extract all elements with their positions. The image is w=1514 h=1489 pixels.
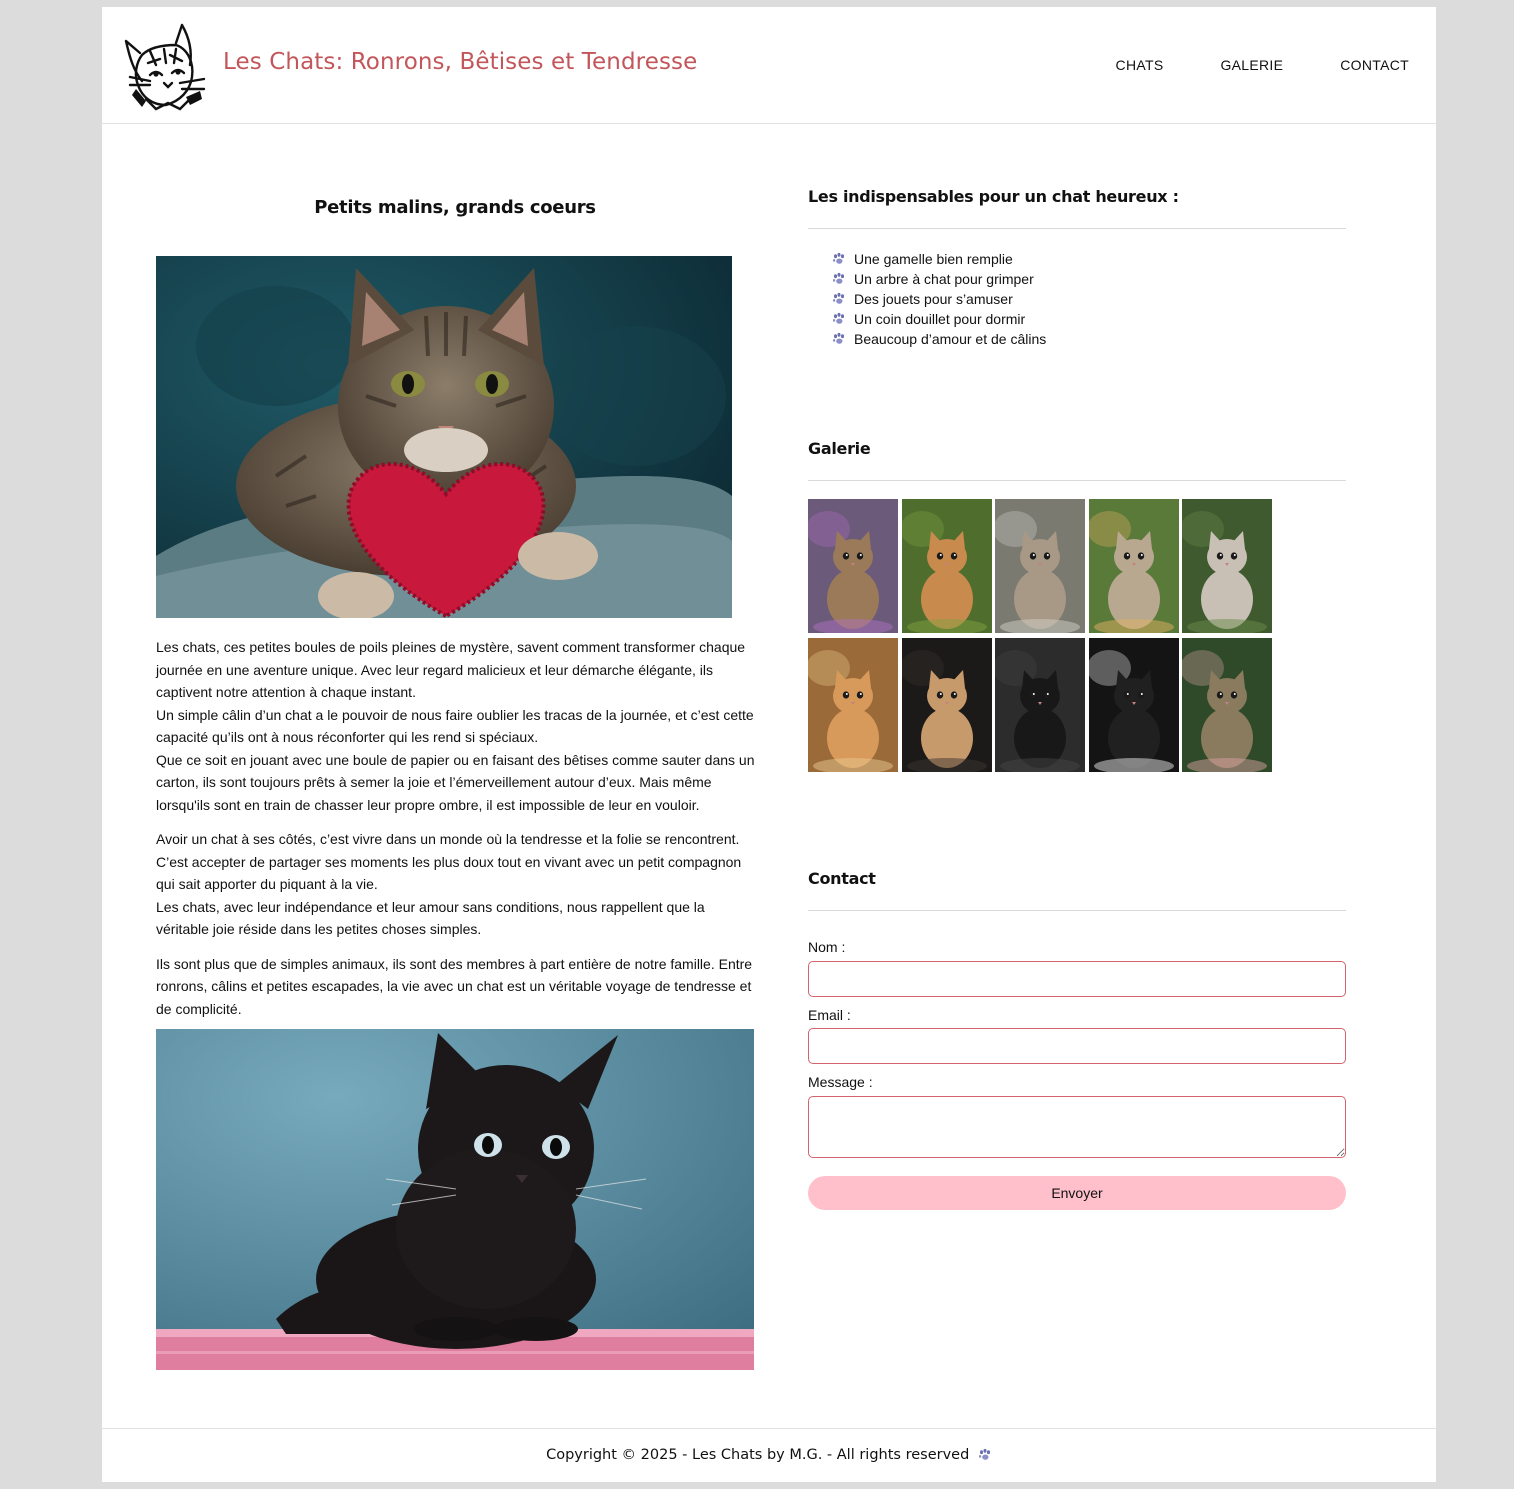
article-paragraph: Ils sont plus que de simples animaux, il… [156,953,756,1021]
article-title: Petits malins, grands coeurs [314,197,596,218]
contact-divider [808,910,1346,911]
gallery-grid [808,499,1278,772]
list-item-label: Beaucoup d’amour et de câlins [854,331,1047,347]
gallery-divider [808,480,1346,481]
site-footer: Copyright © 2025 - Les Chats by M.G. - A… [102,1428,1436,1483]
message-label: Message : [808,1074,873,1090]
kitten-photo [808,499,898,633]
list-item: Un coin douillet pour dormir [832,309,1046,329]
nav-link-contact[interactable]: CONTACT [1340,57,1409,73]
paw-icon [832,332,846,346]
article-text: Les chats, ces petites boules de poils p… [156,639,746,700]
cat-logo-icon[interactable] [120,19,210,111]
kitten-photo [995,638,1085,772]
article-paragraph: Avoir un chat à ses côtés, c’est vivre d… [156,828,756,941]
message-field[interactable] [808,1096,1346,1158]
kitten-photo [1182,638,1272,772]
list-item: Un arbre à chat pour grimper [832,269,1046,289]
list-item-label: Des jouets pour s’amuser [854,291,1013,307]
list-item: Beaucoup d’amour et de câlins [832,329,1046,349]
gallery-title: Galerie [808,439,871,458]
paw-icon [832,272,846,286]
nav-link-chats[interactable]: CHATS [1116,57,1164,73]
list-item: Des jouets pour s’amuser [832,289,1046,309]
gallery-thumbnail[interactable] [808,638,898,772]
list-item-label: Un arbre à chat pour grimper [854,271,1034,287]
gallery-thumbnail[interactable] [1088,499,1179,633]
gallery-thumbnail[interactable] [901,638,992,772]
email-label: Email : [808,1007,851,1023]
paw-icon [832,312,846,326]
send-button[interactable]: Envoyer [808,1176,1346,1210]
email-field[interactable] [808,1028,1346,1064]
black-cat-photo [156,1029,754,1370]
article-text: Les chats, avec leur indépendance et leu… [156,898,705,938]
article-text: Avoir un chat à ses côtés, c’est vivre d… [156,831,742,892]
name-label: Nom : [808,939,846,955]
nav-link-galerie[interactable]: GALERIE [1220,57,1283,73]
contact-title: Contact [808,869,876,888]
kitten-photo [901,499,992,633]
gallery-thumbnail[interactable] [1088,638,1179,772]
kitten-photo [901,638,992,772]
article-paragraph: Les chats, ces petites boules de poils p… [156,636,756,816]
article-text: Un simple câlin d’un chat a le pouvoir d… [156,706,754,746]
kitten-photo [1088,499,1179,633]
copyright-text: Copyright © 2025 - Les Chats by M.G. - A… [546,1447,970,1463]
essentials-title: Les indispensables pour un chat heureux … [808,187,1179,206]
essentials-list: Une gamelle bien remplie Un arbre à chat… [832,249,1046,349]
gallery-thumbnail[interactable] [995,638,1085,772]
article-text: Ils sont plus que de simples animaux, il… [156,955,753,1017]
page: Les Chats: Ronrons, Bêtises et Tendresse… [102,7,1436,1482]
article-body: Les chats, ces petites boules de poils p… [156,636,756,1032]
list-item-label: Un coin douillet pour dormir [854,311,1026,327]
site-title[interactable]: Les Chats: Ronrons, Bêtises et Tendresse [223,49,697,75]
kitten-photo [808,638,898,772]
gallery-thumbnail[interactable] [901,499,992,633]
list-item: Une gamelle bien remplie [832,249,1046,269]
gallery-thumbnail[interactable] [1182,638,1272,772]
gallery-thumbnail[interactable] [808,499,898,633]
essentials-divider [808,228,1346,229]
site-header: Les Chats: Ronrons, Bêtises et Tendresse… [102,7,1436,124]
paw-icon [978,1448,992,1462]
gallery-thumbnail[interactable] [1182,499,1272,633]
list-item-label: Une gamelle bien remplie [854,251,1013,267]
tabby-cat-heart-photo [156,256,732,618]
gallery-thumbnail[interactable] [995,499,1085,633]
kitten-photo [995,499,1085,633]
main-nav: CHATS GALERIE CONTACT [1116,57,1409,73]
kitten-photo [1088,638,1179,772]
name-field[interactable] [808,961,1346,997]
kitten-photo [1182,499,1272,633]
paw-icon [832,252,846,266]
paw-icon [832,292,846,306]
article-text: Que ce soit en jouant avec une boule de … [156,751,755,813]
